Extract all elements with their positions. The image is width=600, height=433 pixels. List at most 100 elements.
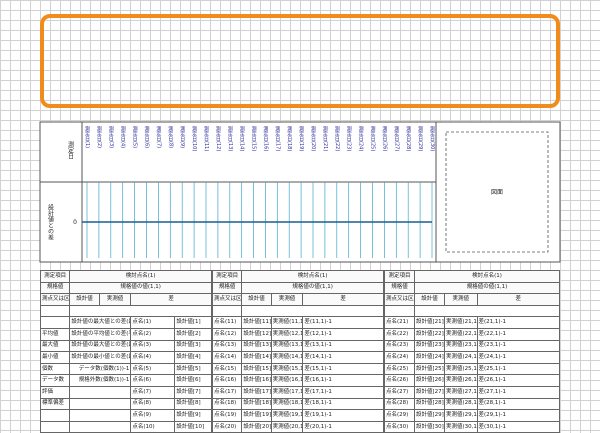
method-label: 測点又は区別 <box>384 293 415 306</box>
point-name: 点名(24) <box>384 351 415 364</box>
table-row: 点名(24) 設計値[24] 実測値(24,1) 差(24,1)-1 <box>384 351 560 364</box>
x-date-label-1: 測定日(1) <box>84 125 90 148</box>
design-value: 設計値[19] <box>241 409 272 422</box>
design-value: 設計値[20] <box>241 420 272 433</box>
actual-value: 実測値(14,1) <box>270 351 304 364</box>
table-row: 点名(25) 設計値[25] 実測値(25,1) 差(25,1)-1 <box>384 362 560 376</box>
design-value: 設計値[30] <box>414 420 445 433</box>
spacer-cell <box>384 304 415 318</box>
x-date-label-2: 測定日(2) <box>96 125 102 148</box>
table-row: 点名(21) 設計値[21] 実測値(21,1) 差(21,1)-1 <box>384 316 560 329</box>
spec-value-label: 規格値の値(1,1) <box>69 281 212 295</box>
design-value: 設計値[1] <box>174 316 212 329</box>
spacer-cell <box>69 304 212 318</box>
design-value: 設計値[29] <box>414 409 445 422</box>
table-row: 点名(23) 設計値[23] 実測値(23,1) 差(23,1)-1 <box>384 339 560 353</box>
x-header-label: 測定日 <box>67 140 74 160</box>
actual-value: 実測値(27,1) <box>444 385 478 399</box>
point-name: 点名(16) <box>211 374 243 387</box>
stat-value <box>69 397 132 411</box>
point-name: 点名(10) <box>130 420 176 433</box>
diff-value: 差(16,1)-1 <box>302 374 384 387</box>
inspection-item-label: 検討点名(1) <box>414 270 560 283</box>
x-date-label-30: 測定日(30) <box>429 125 435 151</box>
diff-value: 差(21,1)-1 <box>476 316 560 329</box>
diff-value: 差(29,1)-1 <box>476 409 560 422</box>
design-value: 設計値[24] <box>414 351 445 364</box>
diff-header: 差 <box>130 293 212 306</box>
design-value: 設計値[3] <box>174 339 212 353</box>
point-name: 点名(7) <box>130 385 176 399</box>
diff-header: 差 <box>476 293 560 306</box>
table-row: 点名(16) 設計値[16] 実測値(16,1) 差(16,1)-1 <box>211 374 384 387</box>
x-date-label-16: 測定日(16) <box>262 125 268 151</box>
design-value: 設計値[18] <box>241 397 272 411</box>
design-value: 設計値[4] <box>174 351 212 364</box>
stat-label: 平均値 <box>39 327 71 341</box>
actual-value: 実測値(25,1) <box>444 362 478 376</box>
design-value: 設計値[9] <box>174 409 212 422</box>
diff-value: 差(23,1)-1 <box>476 339 560 353</box>
x-date-label-24: 測定日(24) <box>358 125 364 151</box>
point-name: 点名(29) <box>384 409 415 422</box>
table-row: 点名(26) 設計値[26] 実測値(26,1) 差(26,1)-1 <box>384 374 560 387</box>
actual-value: 実測値(18,1) <box>270 397 304 411</box>
table-row: 点名(18) 設計値[18] 実測値(18,1) 差(18,1)-1 <box>211 397 384 411</box>
point-name: 点名(1) <box>130 316 176 329</box>
point-name: 点名(19) <box>211 409 243 422</box>
spec-label: 規格値 <box>211 281 243 295</box>
design-header: 設計値 <box>414 293 445 306</box>
actual-value: 実測値(29,1) <box>444 409 478 422</box>
design-value: 設計値[6] <box>174 374 212 387</box>
diff-header: 差 <box>302 293 384 306</box>
point-name: 点名(18) <box>211 397 243 411</box>
spec-label: 規格値 <box>384 281 415 295</box>
x-date-label-29: 測定日(29) <box>417 125 423 151</box>
point-name: 点名(14) <box>211 351 243 364</box>
point-name: 点名(21) <box>384 316 415 329</box>
x-date-label-23: 測定日(23) <box>346 125 352 151</box>
figure-label: 図面 <box>491 189 503 196</box>
x-date-label-22: 測定日(22) <box>334 125 340 151</box>
x-date-label-9: 測定日(9) <box>179 125 185 148</box>
table-row: 点名(12) 設計値[12] 実測値(12,1) 差(12,1)-1 <box>211 327 384 341</box>
x-date-label-18: 測定日(18) <box>286 125 292 151</box>
design-value: 設計値[11] <box>241 316 272 329</box>
point-name: 点名(27) <box>384 385 415 399</box>
point-name: 点名(4) <box>130 351 176 364</box>
actual-value: 実測値(12,1) <box>270 327 304 341</box>
stat-value: 設計値の最大値との差(最大値(1))-1 <box>69 339 132 353</box>
x-date-label-15: 測定日(15) <box>251 125 257 151</box>
design-value: 設計値[22] <box>414 327 445 341</box>
table-row: 点名(11) 設計値[11] 実測値(11,1) 差(11,1)-1 <box>211 316 384 329</box>
diff-value: 差(12,1)-1 <box>302 327 384 341</box>
actual-value: 実測値(28,1) <box>444 397 478 411</box>
stat-value: 設計値の最小値との差(最小値(1))-1 <box>69 351 132 364</box>
design-header: 設計値 <box>69 293 100 306</box>
x-date-label-17: 測定日(17) <box>274 125 280 151</box>
y-axis-label: 設計値との差 <box>47 203 54 240</box>
actual-value: 実測値(21,1) <box>444 316 478 329</box>
actual-value: 実測値(13,1) <box>270 339 304 353</box>
diff-value: 差(18,1)-1 <box>302 397 384 411</box>
point-name: 点名(9) <box>130 409 176 422</box>
actual-value: 実測値(30,1) <box>444 420 478 433</box>
design-value: 設計値[5] <box>174 362 212 376</box>
table-row: 点名(28) 設計値[28] 実測値(28,1) 差(28,1)-1 <box>384 397 560 411</box>
point-name: 点名(26) <box>384 374 415 387</box>
actual-value: 実測値(15,1) <box>270 362 304 376</box>
design-value: 設計値[23] <box>414 339 445 353</box>
table-row: 点名(17) 設計値[17] 実測値(17,1) 差(17,1)-1 <box>211 385 384 399</box>
actual-value: 実測値(24,1) <box>444 351 478 364</box>
stat-value-empty <box>69 420 132 433</box>
x-date-label-5: 測定日(5) <box>132 125 138 148</box>
design-value: 設計値[21] <box>414 316 445 329</box>
design-value: 設計値[12] <box>241 327 272 341</box>
x-date-label-25: 測定日(25) <box>370 125 376 151</box>
spacer-cell <box>39 304 71 318</box>
measurement-table-3: 測定項目検討点名(1)規格値規格値の値(1,1)測点又は区別設計値実測値差点名(… <box>384 270 560 433</box>
diff-value: 差(24,1)-1 <box>476 351 560 364</box>
stat-label: 個数 <box>39 362 71 376</box>
stat-label-empty <box>39 409 71 422</box>
point-name: 点名(25) <box>384 362 415 376</box>
